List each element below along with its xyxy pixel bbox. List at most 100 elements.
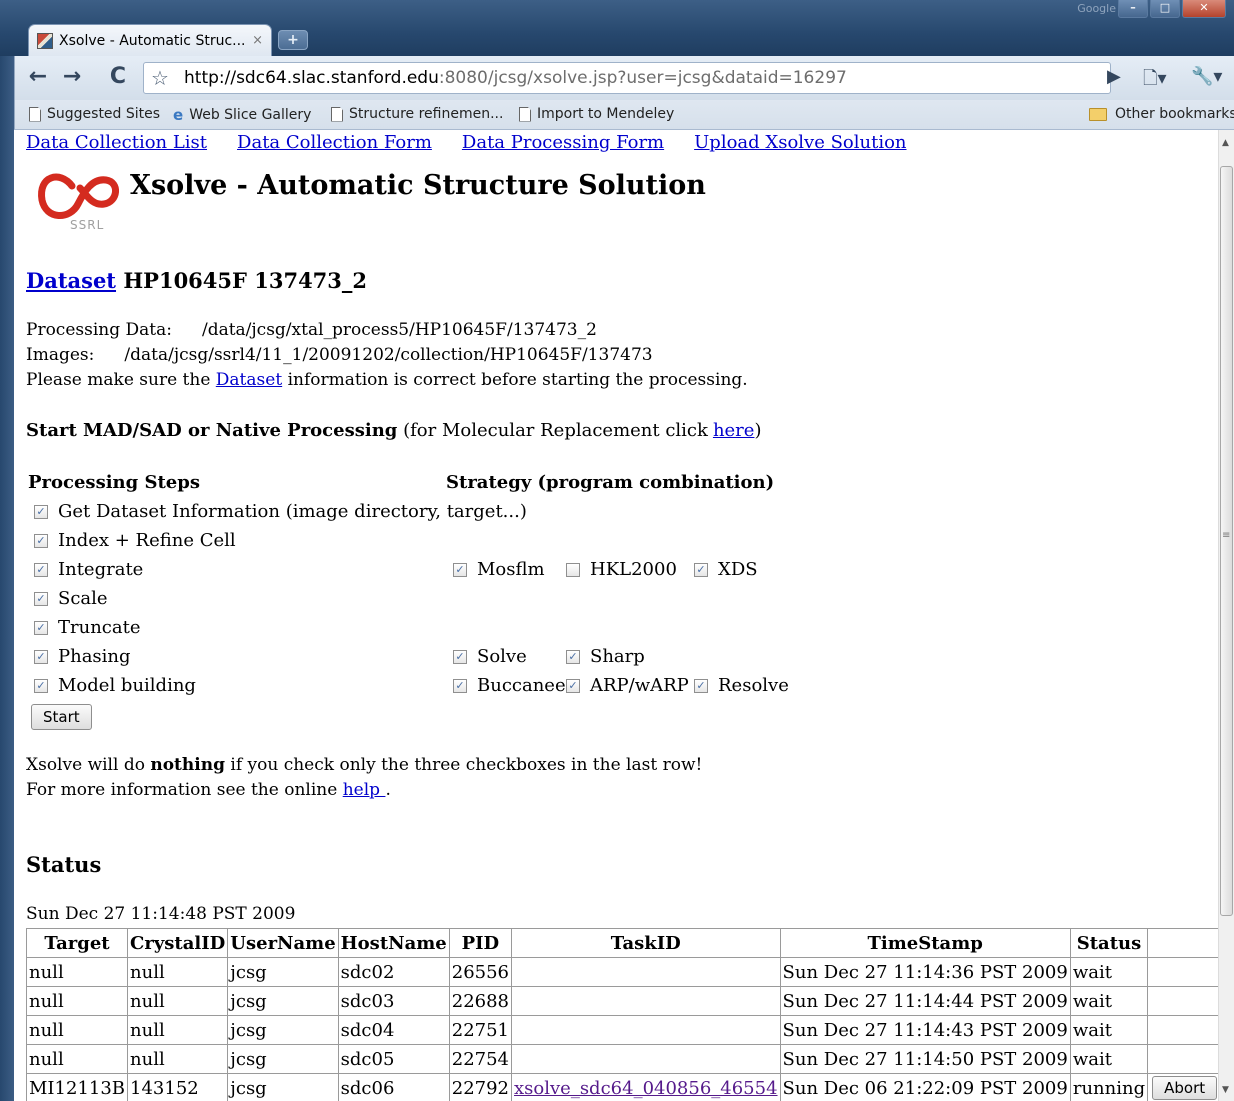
column-header: HostName <box>337 928 450 958</box>
step-checkbox[interactable]: ✓ <box>34 591 48 606</box>
program-arpwarp[interactable]: ✓ ARP/wARP <box>566 675 689 696</box>
page-menu-icon[interactable]: 🗋▾ <box>1143 66 1167 96</box>
step-checkbox[interactable]: ✓ <box>34 678 48 693</box>
column-header: PID <box>448 928 513 958</box>
program-mosflm[interactable]: ✓ Mosflm <box>453 559 545 580</box>
forward-arrow-icon[interactable]: → <box>59 66 85 90</box>
task-link[interactable]: xsolve_sdc64_040856_46554 <box>514 1078 778 1099</box>
cell-pid: 22792 <box>448 1073 513 1101</box>
bookmark-suggested-sites[interactable]: Suggested Sites <box>29 106 160 122</box>
warning-text: if you check only the three checkboxes i… <box>230 755 703 775</box>
table-row: null null jcsg sdc03 22688 Sun Dec 27 11… <box>25 986 1218 1016</box>
address-bar[interactable]: http://sdc64.slac.stanford.edu:8080/jcsg… <box>143 62 1111 94</box>
dataset-heading: Dataset HP10645F 137473_2 <box>26 268 367 293</box>
cell-host: sdc06 <box>337 1073 450 1101</box>
program-buccaneer[interactable]: ✓ Buccaneer <box>453 675 574 696</box>
step-scale[interactable]: ✓ Scale <box>34 588 108 609</box>
program-checkbox[interactable]: ✓ <box>453 678 467 693</box>
program-solve[interactable]: ✓ Solve <box>453 646 527 667</box>
notice-dataset-link[interactable]: Dataset <box>216 370 282 390</box>
program-checkbox[interactable]: ✓ <box>453 649 467 664</box>
column-header: Target <box>25 928 129 958</box>
step-get-dataset-info[interactable]: ✓ Get Dataset Information (image director… <box>34 501 527 522</box>
step-checkbox[interactable]: ✓ <box>34 533 48 548</box>
program-checkbox[interactable] <box>566 562 580 577</box>
scroll-grip-icon: ≡ <box>1222 530 1231 541</box>
dataset-link[interactable]: Dataset <box>26 268 116 293</box>
browser-tab[interactable]: Xsolve - Automatic Struc... × <box>28 24 272 56</box>
abort-button[interactable]: Abort <box>1152 1076 1218 1100</box>
scroll-up-arrow-icon[interactable]: ▲ <box>1222 138 1229 148</box>
cell-pid: 22688 <box>448 986 513 1016</box>
nav-data-collection-list[interactable]: Data Collection List <box>26 132 207 153</box>
bookmark-star-icon[interactable]: ☆ <box>151 66 169 90</box>
step-truncate[interactable]: ✓ Truncate <box>34 617 141 638</box>
step-label: Get Dataset Information (image directory… <box>58 501 527 522</box>
program-label: XDS <box>718 559 758 580</box>
column-header: UserName <box>227 928 339 958</box>
program-xds[interactable]: ✓ XDS <box>694 559 758 580</box>
program-hkl2000[interactable]: HKL2000 <box>566 559 677 580</box>
program-sharp[interactable]: ✓ Sharp <box>566 646 645 667</box>
step-integrate[interactable]: ✓ Integrate <box>34 559 143 580</box>
table-row: null null jcsg sdc05 22754 Sun Dec 27 11… <box>25 1044 1218 1074</box>
cell-user: jcsg <box>227 1015 339 1045</box>
vertical-scrollbar[interactable]: ▲ ≡ ▼ <box>1218 130 1234 1101</box>
cell-status: wait <box>1069 957 1149 987</box>
start-button[interactable]: Start <box>31 704 92 730</box>
nav-upload-xsolve-solution[interactable]: Upload Xsolve Solution <box>694 132 906 153</box>
cell-target: null <box>25 957 129 987</box>
cell-time: Sun Dec 27 11:14:36 PST 2009 <box>779 957 1071 987</box>
search-engine-hint: Google <box>1077 2 1116 15</box>
scroll-down-arrow-icon[interactable]: ▼ <box>1222 1085 1229 1095</box>
go-arrow-icon[interactable]: ▶ <box>1107 66 1121 87</box>
processing-steps-heading: Processing Steps <box>28 472 200 493</box>
scroll-thumb[interactable] <box>1220 166 1233 916</box>
bookmark-label: Suggested Sites <box>47 106 161 122</box>
nav-data-processing-form[interactable]: Data Processing Form <box>462 132 664 153</box>
program-label: Buccaneer <box>477 675 575 696</box>
warning-emphasis: nothing <box>150 755 225 775</box>
cell-action <box>1147 986 1218 1016</box>
window-close-button[interactable]: ✕ <box>1182 0 1226 18</box>
maximize-button[interactable]: □ <box>1150 0 1180 18</box>
step-phasing[interactable]: ✓ Phasing <box>34 646 131 667</box>
processing-data-line: Processing Data: /data/jcsg/xtal_process5… <box>26 320 597 340</box>
minimize-button[interactable]: – <box>1118 0 1148 18</box>
program-checkbox[interactable]: ✓ <box>453 562 467 577</box>
reload-icon[interactable]: C <box>105 66 131 90</box>
step-checkbox[interactable]: ✓ <box>34 620 48 635</box>
bookmark-label: Structure refinemen... <box>349 106 504 122</box>
step-model-building[interactable]: ✓ Model building <box>34 675 196 696</box>
back-arrow-icon[interactable]: ← <box>25 66 51 90</box>
tab-close-icon[interactable]: × <box>252 33 263 48</box>
program-checkbox[interactable]: ✓ <box>566 678 580 693</box>
page-viewport: Data Collection List Data Collection For… <box>14 130 1218 1101</box>
program-resolve[interactable]: ✓ Resolve <box>694 675 789 696</box>
help-link[interactable]: help <box>343 780 386 800</box>
step-checkbox[interactable]: ✓ <box>34 562 48 577</box>
step-label: Scale <box>58 588 108 609</box>
step-index-refine[interactable]: ✓ Index + Refine Cell <box>34 530 236 551</box>
new-tab-button[interactable]: + <box>278 30 308 50</box>
bookmark-label: Import to Mendeley <box>537 106 675 122</box>
images-line: Images: /data/jcsg/ssrl4/11_1/20091202/co… <box>26 345 653 365</box>
step-checkbox[interactable]: ✓ <box>34 649 48 664</box>
images-path: /data/jcsg/ssrl4/11_1/20091202/collectio… <box>124 345 653 365</box>
table-row: null null jcsg sdc04 22751 Sun Dec 27 11… <box>25 1015 1218 1045</box>
help-line: For more information see the online help… <box>26 780 391 800</box>
other-bookmarks[interactable]: Other bookmarks <box>1089 106 1234 122</box>
bookmark-web-slice-gallery[interactable]: e Web Slice Gallery <box>173 106 311 124</box>
program-label: Mosflm <box>477 559 545 580</box>
program-checkbox[interactable]: ✓ <box>694 678 708 693</box>
bookmark-import-mendeley[interactable]: Import to Mendeley <box>519 106 674 122</box>
bookmark-structure-refinement[interactable]: Structure refinemen... <box>331 106 503 122</box>
molecular-replacement-link[interactable]: here <box>713 420 755 441</box>
program-checkbox[interactable]: ✓ <box>694 562 708 577</box>
wrench-menu-icon[interactable]: 🔧▾ <box>1191 66 1222 87</box>
step-checkbox[interactable]: ✓ <box>34 504 48 519</box>
program-checkbox[interactable]: ✓ <box>566 649 580 664</box>
nav-data-collection-form[interactable]: Data Collection Form <box>237 132 432 153</box>
mr-note-close: ) <box>754 420 762 441</box>
step-label: Model building <box>58 675 196 696</box>
